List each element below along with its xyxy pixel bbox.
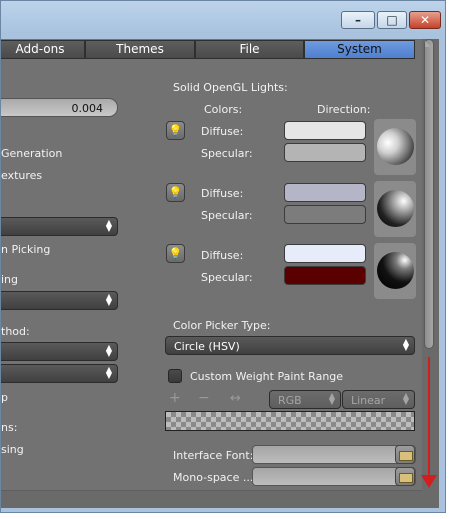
color-picker-value: Circle (HSV) bbox=[174, 340, 240, 353]
tab-bar: Add-ons Themes File System bbox=[1, 39, 415, 60]
number-value: 0.004 bbox=[71, 102, 104, 115]
interface-font-label: Interface Font: bbox=[173, 449, 254, 462]
weight-paint-checkbox[interactable] bbox=[168, 369, 182, 383]
tab-system[interactable]: System bbox=[304, 40, 415, 59]
weight-paint-label: Custom Weight Paint Range bbox=[190, 370, 344, 383]
light-2-specular-label: Specular: bbox=[201, 209, 253, 222]
window-frame: – □ ✕ Add-ons Themes File System 0.004 G… bbox=[0, 0, 446, 513]
monospace-font-field[interactable] bbox=[252, 467, 416, 486]
minimize-button[interactable]: – bbox=[341, 11, 375, 29]
add-icon[interactable]: + bbox=[169, 391, 181, 405]
flip-icon[interactable]: ↔ bbox=[230, 392, 241, 405]
left-dropdown-3[interactable]: ▲ ▼ bbox=[1, 342, 118, 361]
interpolation-dropdown[interactable]: Linear ▲ ▼ bbox=[342, 390, 415, 409]
monospace-font-browse-button[interactable] bbox=[395, 467, 415, 486]
tab-file[interactable]: File bbox=[195, 40, 304, 59]
annotation-arrow-line bbox=[428, 357, 430, 477]
tab-themes[interactable]: Themes bbox=[85, 40, 195, 59]
tab-addons[interactable]: Add-ons bbox=[1, 40, 85, 59]
color-mode-dropdown[interactable]: RGB ▲ ▼ bbox=[269, 390, 341, 409]
picking-label: n Picking bbox=[1, 243, 51, 256]
close-button[interactable]: ✕ bbox=[409, 11, 441, 29]
bottom-strip bbox=[1, 490, 439, 508]
left-dropdown-2[interactable]: ▲ ▼ bbox=[1, 291, 118, 310]
interpolation-value: Linear bbox=[351, 394, 386, 407]
color-mode-value: RGB bbox=[278, 394, 302, 407]
light-bulb-icon: 💡 bbox=[168, 186, 183, 199]
direction-sphere-icon bbox=[377, 252, 414, 289]
ns-label: ns: bbox=[1, 421, 18, 434]
close-icon: ✕ bbox=[419, 13, 431, 27]
dropdown-arrows-icon: ▲ ▼ bbox=[402, 337, 409, 352]
direction-sphere-icon bbox=[377, 190, 414, 227]
dropdown-arrows-icon: ▲ ▼ bbox=[105, 218, 112, 233]
textures-label: extures bbox=[1, 169, 43, 182]
color-picker-dropdown[interactable]: Circle (HSV) ▲ ▼ bbox=[165, 336, 415, 355]
dropdown-arrows-icon: ▲ ▼ bbox=[328, 391, 335, 406]
dropdown-arrows-icon: ▲ ▼ bbox=[105, 343, 112, 358]
light-3-specular-color[interactable] bbox=[284, 266, 366, 285]
light-bulb-icon: 💡 bbox=[168, 124, 183, 137]
interface-font-field[interactable] bbox=[252, 445, 416, 464]
interface-font-browse-button[interactable] bbox=[395, 445, 415, 464]
number-field[interactable]: 0.004 bbox=[1, 98, 118, 117]
light-1-toggle[interactable]: 💡 bbox=[166, 121, 185, 140]
color-ramp[interactable] bbox=[165, 411, 415, 431]
dropdown-arrows-icon: ▲ ▼ bbox=[402, 391, 409, 406]
maximize-button[interactable]: □ bbox=[377, 11, 407, 29]
light-3-diffuse-label: Diffuse: bbox=[201, 249, 244, 262]
direction-header: Direction: bbox=[317, 103, 371, 116]
light-3-diffuse-color[interactable] bbox=[284, 244, 366, 263]
light-2-direction[interactable] bbox=[374, 181, 416, 237]
light-1-direction[interactable] bbox=[374, 119, 416, 175]
maximize-icon: □ bbox=[386, 13, 398, 27]
minimize-icon: – bbox=[355, 13, 361, 27]
p-label: p bbox=[1, 391, 8, 404]
light-2-diffuse-color[interactable] bbox=[284, 183, 366, 202]
sing-label: sing bbox=[1, 443, 24, 456]
light-1-specular-color[interactable] bbox=[284, 143, 366, 162]
light-bulb-icon: 💡 bbox=[168, 247, 183, 260]
remove-icon[interactable]: − bbox=[198, 391, 210, 405]
corner-grip-icon: ◣ bbox=[425, 39, 432, 48]
folder-icon bbox=[399, 451, 413, 461]
light-1-diffuse-color[interactable] bbox=[284, 121, 366, 140]
monospace-font-label: Mono-space ... bbox=[173, 471, 254, 484]
dropdown-arrows-icon: ▲ ▼ bbox=[105, 292, 112, 307]
light-2-toggle[interactable]: 💡 bbox=[166, 183, 185, 202]
colors-header: Colors: bbox=[204, 103, 243, 116]
light-2-diffuse-label: Diffuse: bbox=[201, 187, 244, 200]
folder-icon bbox=[399, 473, 413, 483]
left-dropdown-1[interactable]: ▲ ▼ bbox=[1, 217, 118, 236]
method-label: thod: bbox=[1, 325, 30, 338]
left-dropdown-4[interactable]: ▲ ▼ bbox=[1, 364, 118, 383]
dropdown-arrows-icon: ▲ ▼ bbox=[105, 365, 112, 380]
scrollbar-thumb[interactable] bbox=[424, 39, 434, 349]
color-picker-label: Color Picker Type: bbox=[173, 319, 271, 332]
generation-label: Generation bbox=[1, 147, 63, 160]
annotation-arrow-icon bbox=[421, 475, 437, 488]
ing-label: ing bbox=[1, 273, 19, 286]
light-1-diffuse-label: Diffuse: bbox=[201, 125, 244, 138]
light-2-specular-color[interactable] bbox=[284, 205, 366, 224]
light-1-specular-label: Specular: bbox=[201, 147, 253, 160]
direction-sphere-icon bbox=[377, 128, 414, 165]
opengl-lights-title: Solid OpenGL Lights: bbox=[173, 81, 288, 94]
light-3-specular-label: Specular: bbox=[201, 271, 253, 284]
light-3-direction[interactable] bbox=[374, 243, 416, 299]
light-3-toggle[interactable]: 💡 bbox=[166, 244, 185, 263]
preferences-panel: Add-ons Themes File System 0.004 Generat… bbox=[1, 39, 439, 508]
